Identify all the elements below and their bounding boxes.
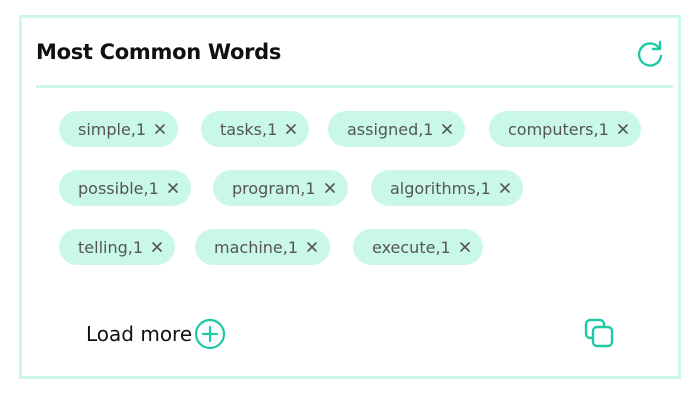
title-divider [36,85,673,88]
refresh-icon[interactable] [634,38,666,70]
word-chip: simple,1 [59,111,179,147]
remove-icon[interactable] [304,239,320,255]
word-chip: machine,1 [195,229,331,265]
chip-label: assigned,1 [347,119,434,139]
plus-circle-icon[interactable] [194,318,226,350]
word-chip: possible,1 [59,170,191,206]
remove-icon[interactable] [497,180,513,196]
chip-label: machine,1 [214,237,299,257]
chip-label: program,1 [232,178,316,198]
word-chip: assigned,1 [328,111,466,147]
remove-icon[interactable] [322,180,338,196]
remove-icon[interactable] [439,121,455,137]
chip-label: algorithms,1 [390,178,491,198]
chip-label: execute,1 [372,237,451,257]
remove-icon[interactable] [152,121,168,137]
word-chip: execute,1 [353,229,483,265]
remove-icon[interactable] [165,180,181,196]
chip-label: tasks,1 [220,119,278,139]
word-chip: algorithms,1 [371,170,523,206]
remove-icon[interactable] [149,239,165,255]
word-chip: tasks,1 [201,111,310,147]
remove-icon[interactable] [615,121,631,137]
load-more-label: Load more [86,322,193,346]
chip-label: simple,1 [78,119,147,139]
word-chip: telling,1 [59,229,176,265]
chip-label: possible,1 [78,178,159,198]
most-common-words-card: Most Common Words simple,1 tasks,1 assig… [19,15,681,379]
remove-icon[interactable] [457,239,473,255]
chip-label: computers,1 [508,119,609,139]
remove-icon[interactable] [283,121,299,137]
copy-icon[interactable] [583,317,615,349]
word-chip: program,1 [213,170,348,206]
chip-label: telling,1 [78,237,144,257]
word-chip: computers,1 [489,111,641,147]
card-title: Most Common Words [36,40,282,64]
load-more-button[interactable]: Load more [86,318,226,350]
